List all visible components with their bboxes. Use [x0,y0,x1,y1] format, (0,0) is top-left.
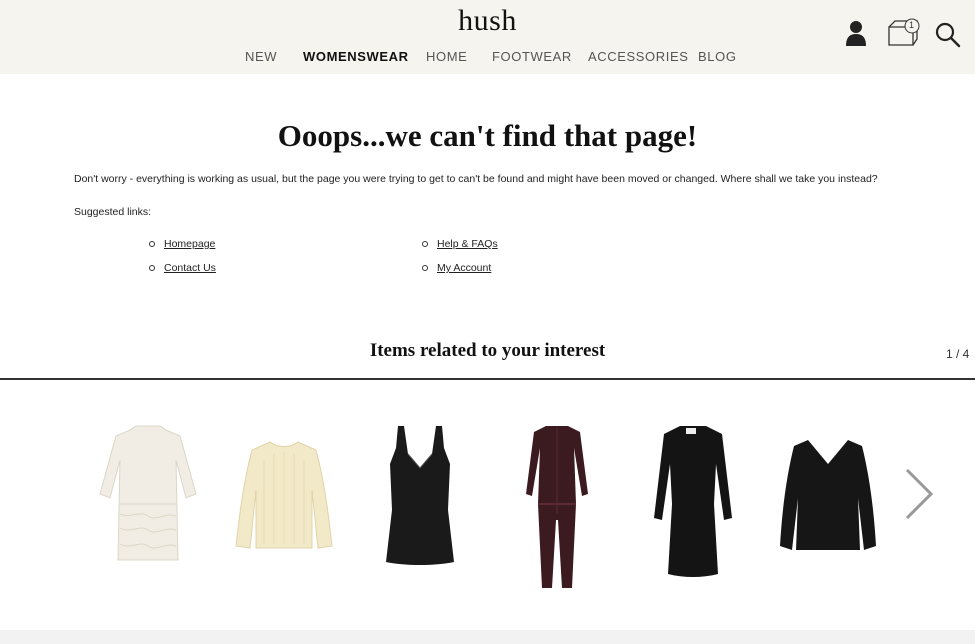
suggested-link-homepage: Homepage [149,238,215,250]
bullet-icon [149,265,155,271]
nav-footwear[interactable]: FOOTWEAR [492,49,572,64]
nav-home[interactable]: HOME [426,49,467,64]
bullet-icon [149,241,155,247]
cart-count: 1 [909,20,915,30]
suggested-links-label: Suggested links: [74,206,152,218]
suggested-link-account: My Account [422,262,491,274]
suggested-link-help: Help & FAQs [422,238,498,250]
product-cream-lace-dress[interactable] [96,424,200,567]
contact-us-link[interactable]: Contact Us [164,262,216,274]
error-description: Don't worry - everything is working as u… [74,173,878,185]
site-logo[interactable]: hush [0,4,975,38]
carousel-next-arrow-icon[interactable] [903,466,935,527]
bullet-icon [422,241,428,247]
product-cream-knit-jumper[interactable] [234,440,334,557]
section-divider [0,378,975,380]
cart-icon[interactable] [887,17,921,47]
product-black-v-neck-jumper[interactable] [778,438,878,561]
carousel-pager: 1 / 4 [946,347,970,361]
related-items-heading: Items related to your interest [369,340,606,361]
my-account-link[interactable]: My Account [437,262,491,274]
product-black-long-sleeve-dress[interactable] [652,424,734,583]
footer-strip [0,630,975,644]
product-black-v-dress[interactable] [384,424,456,571]
nav-accessories[interactable]: ACCESSORIES [588,49,689,64]
nav-womenswear[interactable]: WOMENSWEAR [303,49,409,64]
nav-new[interactable]: NEW [245,49,277,64]
nav-blog[interactable]: BLOG [698,49,737,64]
suggested-link-contact: Contact Us [149,262,216,274]
bullet-icon [422,265,428,271]
site-header: hush NEW WOMENSWEAR HOME FOOTWEAR ACCESS… [0,0,975,74]
homepage-link[interactable]: Homepage [164,238,215,250]
account-icon[interactable] [845,20,867,46]
help-faqs-link[interactable]: Help & FAQs [437,238,498,250]
page-title: Ooops...we can't find that page! [277,118,698,153]
product-burgundy-jumpsuit[interactable] [522,424,592,595]
search-icon[interactable] [935,22,961,48]
